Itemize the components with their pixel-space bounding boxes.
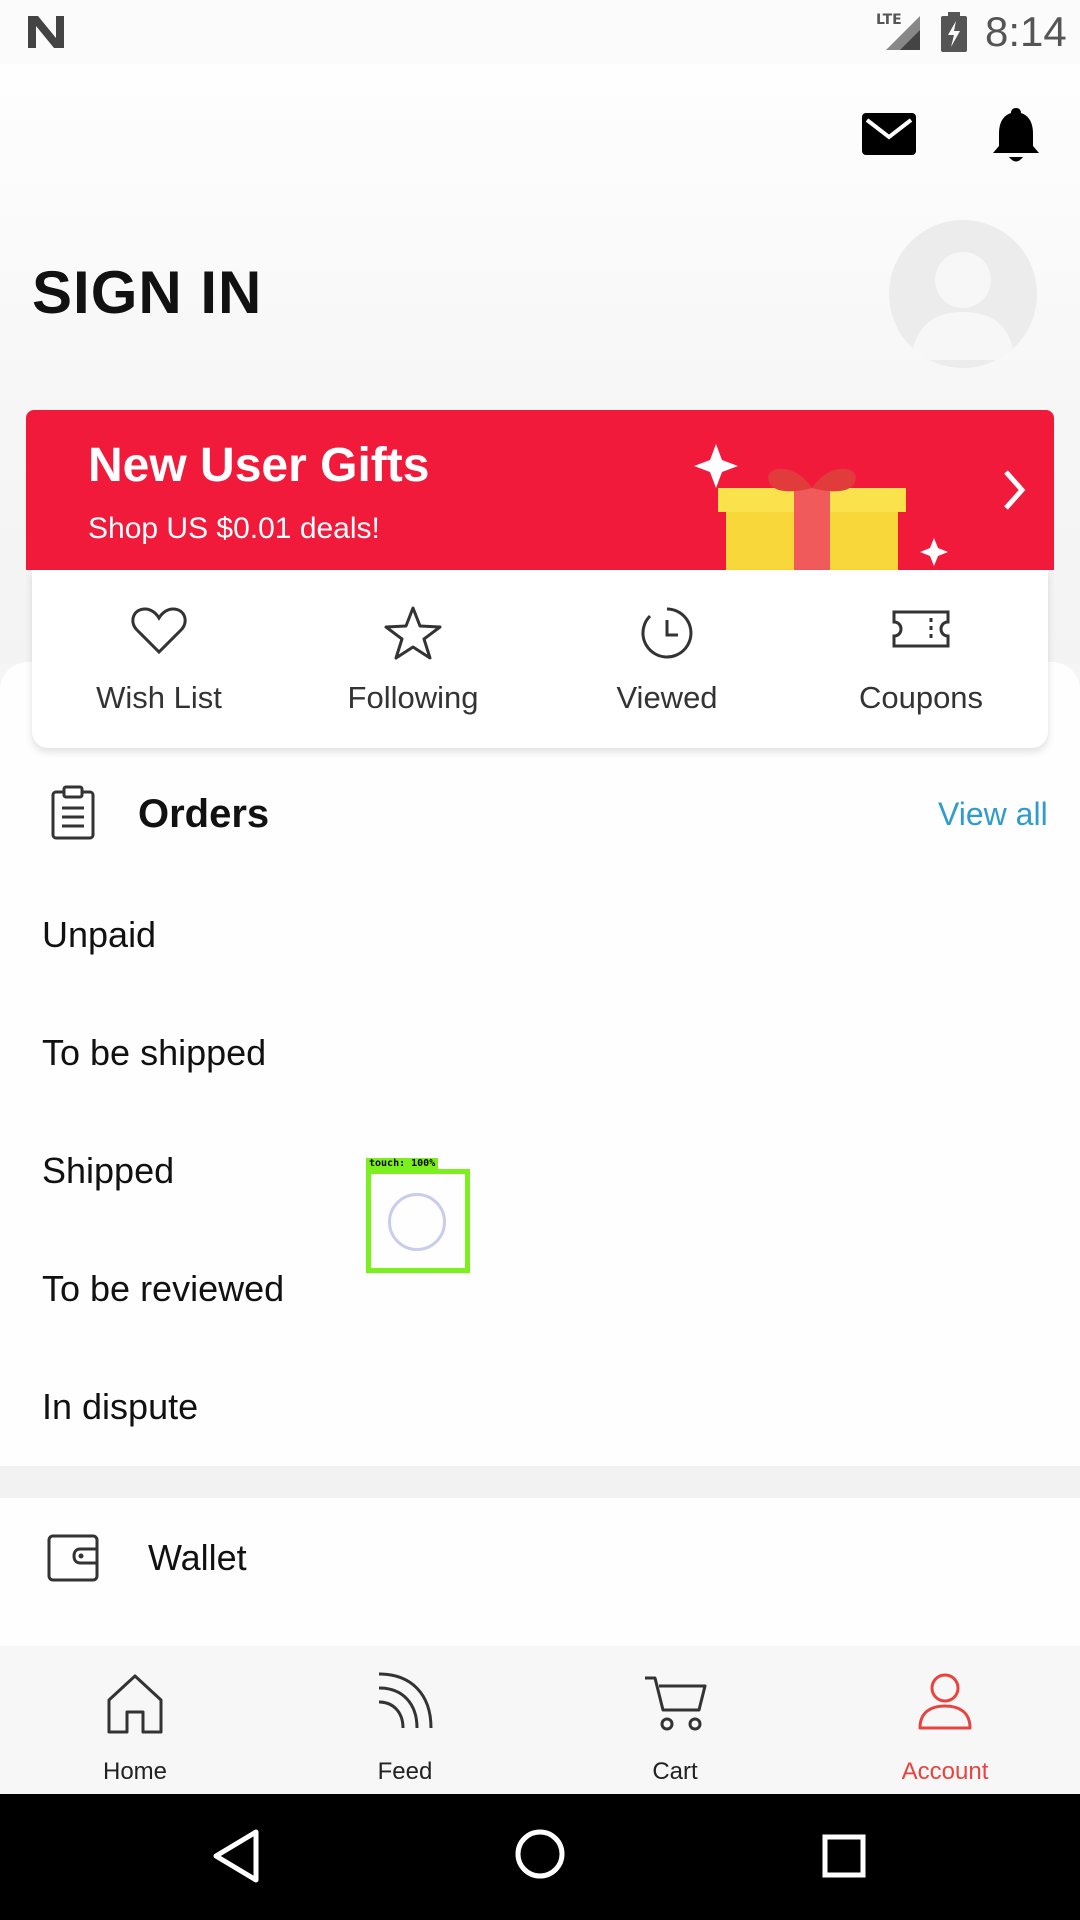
section-divider xyxy=(0,1466,1080,1498)
nav-label: Cart xyxy=(652,1758,698,1785)
bell-icon[interactable] xyxy=(992,106,1040,164)
home-circle-icon[interactable] xyxy=(514,1828,566,1880)
sign-in-link[interactable]: SIGN IN xyxy=(32,258,262,327)
recent-apps-icon[interactable] xyxy=(822,1834,866,1878)
wallet-icon xyxy=(46,1533,100,1583)
quick-link-label: Wish List xyxy=(96,680,222,715)
heart-icon xyxy=(131,606,187,656)
banner-title: New User Gifts xyxy=(88,439,430,492)
nav-home[interactable]: Home xyxy=(0,1646,270,1794)
new-user-gifts-banner[interactable]: New User Gifts Shop US $0.01 deals! xyxy=(26,410,1054,570)
n-logo-icon xyxy=(26,14,66,50)
mail-icon[interactable] xyxy=(862,113,916,155)
quick-links-card: Wish List Following Viewed Coupons xyxy=(32,570,1048,748)
order-row-unpaid[interactable]: Unpaid xyxy=(42,914,942,956)
quick-link-label: Viewed xyxy=(616,680,718,715)
cart-icon xyxy=(643,1672,707,1732)
nav-label: Home xyxy=(102,1758,168,1785)
banner-subtitle: Shop US $0.01 deals! xyxy=(88,512,380,545)
order-row-to-be-reviewed[interactable]: To be reviewed xyxy=(42,1268,942,1310)
nav-feed[interactable]: Feed xyxy=(270,1646,540,1794)
back-icon[interactable] xyxy=(212,1828,260,1884)
avatar[interactable] xyxy=(889,220,1037,368)
chevron-right-icon xyxy=(1000,468,1028,512)
home-icon xyxy=(105,1672,165,1734)
feed-icon xyxy=(375,1672,435,1730)
view-all-orders-link[interactable]: View all xyxy=(938,796,1048,833)
order-row-shipped[interactable]: Shipped xyxy=(42,1150,942,1192)
wallet-label: Wallet xyxy=(148,1537,247,1578)
touch-point-icon xyxy=(388,1193,446,1251)
coupon-icon xyxy=(891,606,951,652)
orders-title: Orders xyxy=(138,792,270,836)
nav-label: Account xyxy=(901,1758,989,1785)
account-icon xyxy=(917,1672,973,1730)
lte-signal-icon: LTE xyxy=(874,10,922,52)
status-time: 8:14 xyxy=(985,8,1067,55)
quick-link-viewed[interactable]: Viewed xyxy=(540,570,794,748)
status-bar: LTE 8:14 xyxy=(0,0,1080,64)
orders-clipboard-icon xyxy=(50,784,96,840)
quick-link-wish-list[interactable]: Wish List xyxy=(32,570,286,748)
star-icon xyxy=(384,606,442,660)
system-nav-bar xyxy=(0,1794,1080,1920)
quick-link-following[interactable]: Following xyxy=(286,570,540,748)
quick-link-label: Coupons xyxy=(858,680,984,715)
nav-cart[interactable]: Cart xyxy=(540,1646,810,1794)
network-label: LTE xyxy=(876,12,902,28)
nav-label: Feed xyxy=(377,1758,433,1785)
order-row-to-be-shipped[interactable]: To be shipped xyxy=(42,1032,942,1074)
battery-icon xyxy=(940,12,968,52)
clock-icon xyxy=(640,606,694,660)
gift-box-icon xyxy=(694,438,954,570)
bottom-nav: Home Feed Cart Account xyxy=(0,1646,1080,1794)
nav-account[interactable]: Account xyxy=(810,1646,1080,1794)
quick-link-label: Following xyxy=(347,680,479,715)
order-row-in-dispute[interactable]: In dispute xyxy=(42,1386,942,1428)
quick-link-coupons[interactable]: Coupons xyxy=(794,570,1048,748)
